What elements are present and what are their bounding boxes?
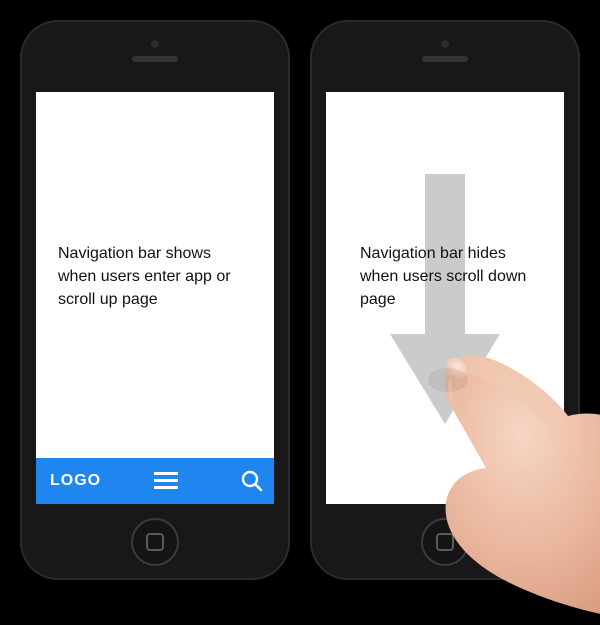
- search-icon[interactable]: [230, 458, 274, 504]
- hamburger-menu-icon[interactable]: [144, 458, 188, 504]
- phone-home-button: [421, 518, 469, 566]
- bottom-navbar: LOGO: [36, 458, 274, 504]
- description-text-left: Navigation bar shows when users enter ap…: [58, 242, 252, 312]
- phone-home-button: [131, 518, 179, 566]
- phone-screen-right: Navigation bar hides when users scroll d…: [326, 92, 564, 504]
- app-logo[interactable]: LOGO: [36, 472, 101, 490]
- description-text-right: Navigation bar hides when users scroll d…: [360, 242, 542, 312]
- phone-mockup-left: Navigation bar shows when users enter ap…: [20, 20, 290, 580]
- phone-screen-left: Navigation bar shows when users enter ap…: [36, 92, 274, 504]
- phone-mockup-right: Navigation bar hides when users scroll d…: [310, 20, 580, 580]
- phone-earpiece: [132, 56, 178, 62]
- phone-camera-dot: [441, 40, 449, 48]
- phone-earpiece: [422, 56, 468, 62]
- phone-camera-dot: [151, 40, 159, 48]
